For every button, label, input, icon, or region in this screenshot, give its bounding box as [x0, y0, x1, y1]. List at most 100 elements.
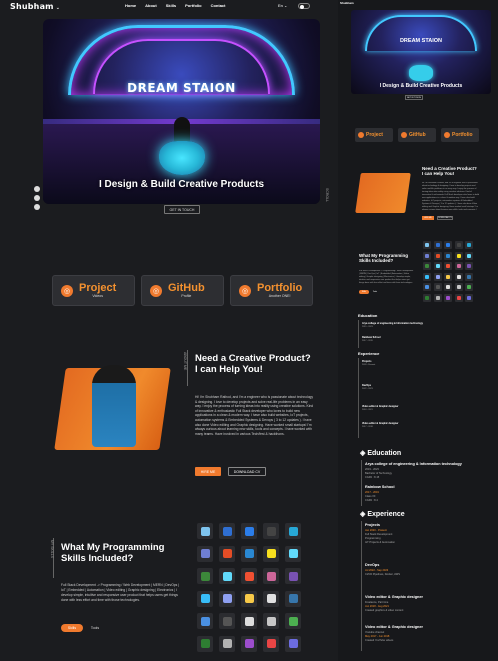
skill-tile[interactable] [197, 568, 213, 584]
skill-tile[interactable] [219, 613, 235, 629]
preview-exp-item: DevOps [362, 384, 372, 387]
skill-tile[interactable] [433, 262, 442, 270]
skill-tile[interactable] [263, 613, 279, 629]
skill-tile[interactable] [454, 293, 463, 302]
skill-tile[interactable] [263, 590, 279, 607]
skill-tile[interactable] [433, 283, 442, 291]
skill-tile[interactable] [444, 283, 452, 291]
skill-tile[interactable] [197, 590, 213, 607]
skill-logo-icon [435, 243, 440, 247]
skill-tile[interactable] [263, 545, 279, 562]
skill-tile[interactable] [433, 293, 442, 302]
skill-logo-icon [425, 274, 429, 279]
preview-tools-tab[interactable]: Tools [371, 290, 379, 294]
skill-tile[interactable] [423, 283, 431, 291]
skill-tile[interactable] [219, 523, 235, 539]
language-select[interactable]: En ⌄ [278, 3, 287, 8]
preview-stat-project[interactable]: Project [355, 128, 393, 142]
skill-logo-icon [456, 274, 461, 279]
skill-tile[interactable] [241, 523, 257, 539]
skill-tile[interactable] [454, 272, 463, 281]
preview-hire-button[interactable]: HIRE ME [422, 216, 434, 220]
skill-tile[interactable] [285, 545, 301, 562]
skill-tile[interactable] [263, 523, 279, 539]
skill-tile[interactable] [285, 613, 301, 629]
skill-tile[interactable] [241, 545, 257, 562]
stat-card-portfolio[interactable]: ◎ Portfolio Another ONE! [230, 275, 313, 306]
preview-stat-portfolio[interactable]: Portfolio [441, 128, 479, 142]
preview-cta-button[interactable]: GET IN TOUCH [405, 95, 423, 100]
skill-tile[interactable] [197, 523, 213, 539]
skill-tile[interactable] [444, 251, 452, 260]
skill-tile[interactable] [465, 241, 473, 249]
skill-logo-icon [200, 639, 210, 648]
hire-me-button[interactable]: HIRE ME [195, 467, 221, 476]
skill-tile[interactable] [433, 241, 442, 249]
download-cv-button[interactable]: DOWNLOAD CV [228, 467, 266, 476]
skill-tile[interactable] [219, 568, 235, 584]
skill-tile[interactable] [263, 635, 279, 652]
skill-tile[interactable] [454, 283, 463, 291]
skill-tile[interactable] [465, 272, 473, 281]
skill-tile[interactable] [465, 262, 473, 270]
tools-tab[interactable]: Tools [86, 624, 104, 632]
skill-tile[interactable] [197, 635, 213, 652]
skill-tile[interactable] [241, 635, 257, 652]
brand-logo[interactable]: Shubham ⌄ [10, 2, 60, 11]
skill-tile[interactable] [241, 568, 257, 584]
preview-cv-button[interactable]: DOWNLOAD CV [437, 216, 453, 220]
preview-skills-tab[interactable]: Skills [359, 290, 369, 294]
skill-tile[interactable] [433, 272, 442, 281]
skill-tile[interactable] [444, 262, 452, 270]
nav-link-about[interactable]: About [145, 3, 157, 8]
skill-tile[interactable] [465, 251, 473, 260]
skill-tile[interactable] [285, 568, 301, 584]
skill-tile[interactable] [454, 251, 463, 260]
skills-tab[interactable]: Skills [61, 624, 83, 632]
preview-edu-item: Arya college of engineering & Informatio… [362, 322, 423, 325]
skill-tile[interactable] [219, 590, 235, 607]
skill-tile[interactable] [197, 613, 213, 629]
skill-tile[interactable] [444, 272, 452, 281]
skill-tile[interactable] [465, 293, 473, 302]
skill-tile[interactable] [241, 613, 257, 629]
linkedin-icon[interactable] [34, 195, 40, 201]
exp-item-title: Video editor & Graphic designer [365, 595, 423, 599]
get-in-touch-button[interactable]: GET IN TOUCH [164, 205, 200, 214]
skill-tile[interactable] [444, 241, 452, 249]
preview-stat-github[interactable]: GitHub [398, 128, 436, 142]
nav-link-contact[interactable]: Contact [211, 3, 226, 8]
skill-tile[interactable] [219, 635, 235, 652]
instagram-icon[interactable] [34, 186, 40, 192]
skill-tile[interactable] [465, 283, 473, 291]
project-icon [358, 132, 364, 138]
theme-toggle[interactable] [298, 3, 310, 9]
skill-tile[interactable] [219, 545, 235, 562]
skill-tile[interactable] [423, 251, 431, 260]
skill-tile[interactable] [285, 635, 301, 652]
skill-tile[interactable] [423, 272, 431, 281]
skill-tile[interactable] [197, 545, 213, 562]
skill-tile[interactable] [423, 293, 431, 302]
preview-skills-grid [423, 241, 473, 302]
stat-card-github[interactable]: ◎ GitHub Profile [141, 275, 224, 306]
nav-link-skills[interactable]: Skills [166, 3, 176, 8]
preview-brand: Shubham [340, 1, 354, 5]
exp-item-date: Jan 2020 - Present [365, 529, 387, 532]
skill-tile[interactable] [263, 568, 279, 584]
skill-tile[interactable] [454, 241, 463, 249]
skill-tile[interactable] [423, 241, 431, 249]
nav-link-home[interactable]: Home [125, 3, 136, 8]
nav-link-portfolio[interactable]: Portfolio [185, 3, 201, 8]
skill-tile[interactable] [241, 590, 257, 607]
scroll-indicator[interactable]: SCROLL [325, 188, 329, 202]
skill-tile[interactable] [433, 251, 442, 260]
skill-tile[interactable] [423, 262, 431, 270]
skill-tile[interactable] [444, 293, 452, 302]
skill-tile[interactable] [285, 590, 301, 607]
stat-card-project[interactable]: ◎ Project Videos [52, 275, 135, 306]
skill-tile[interactable] [285, 523, 301, 539]
skill-tile[interactable] [454, 262, 463, 270]
github-icon[interactable] [34, 204, 40, 210]
skill-logo-icon [222, 594, 232, 603]
